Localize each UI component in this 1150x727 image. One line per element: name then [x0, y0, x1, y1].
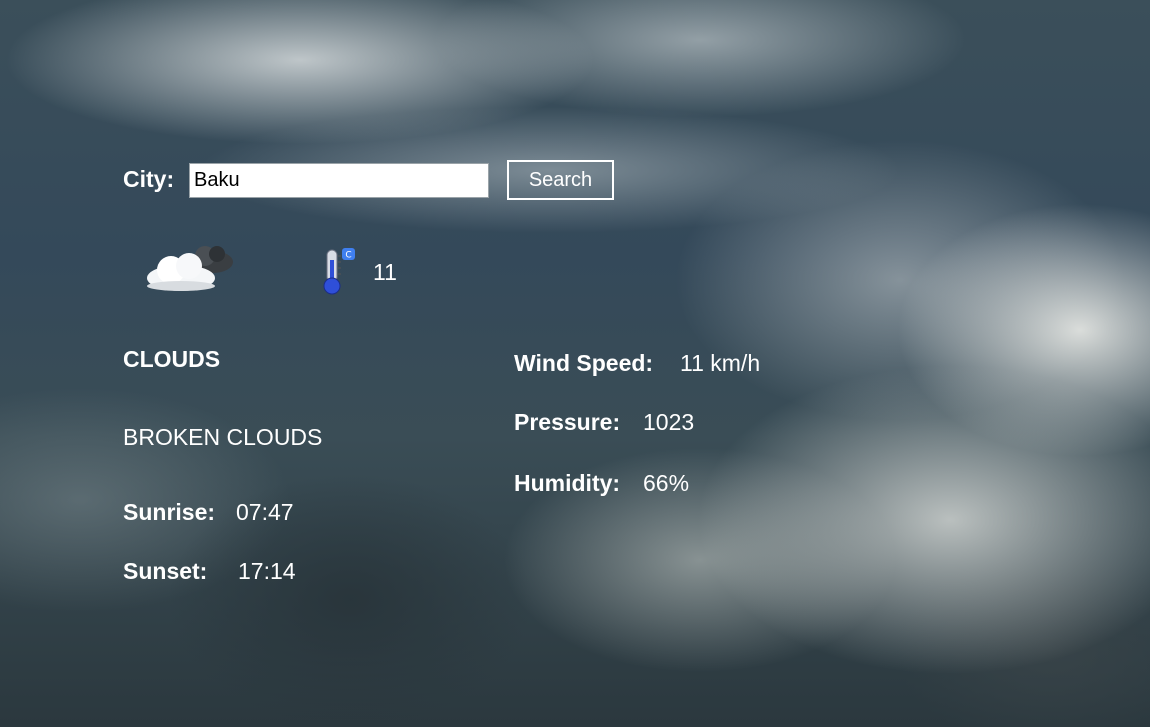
- sunrise-value: 07:47: [236, 499, 294, 525]
- wind-speed-label: Wind Speed:: [514, 350, 654, 376]
- sunrise-label: Sunrise:: [123, 499, 216, 525]
- pressure-value: 1023: [643, 409, 695, 435]
- wind-speed-value: 11 km/h: [680, 350, 761, 376]
- humidity-value: 66%: [643, 470, 690, 496]
- thermometer-celsius-icon: C: [318, 246, 358, 296]
- city-input[interactable]: [189, 163, 489, 198]
- pressure-label: Pressure:: [514, 409, 621, 435]
- temperature-value: 11: [373, 259, 397, 285]
- weather-main: CLOUDS: [123, 346, 221, 372]
- weather-description: BROKEN CLOUDS: [123, 424, 323, 450]
- humidity-label: Humidity:: [514, 470, 621, 496]
- cloud-icon: [143, 240, 239, 296]
- search-button[interactable]: Search: [507, 160, 614, 200]
- svg-text:C: C: [345, 251, 351, 261]
- city-label: City:: [123, 166, 175, 192]
- weather-app: { "search": { "city_label": "City:", "ci…: [0, 0, 1150, 727]
- sunset-value: 17:14: [238, 558, 296, 584]
- sunset-label: Sunset:: [123, 558, 208, 584]
